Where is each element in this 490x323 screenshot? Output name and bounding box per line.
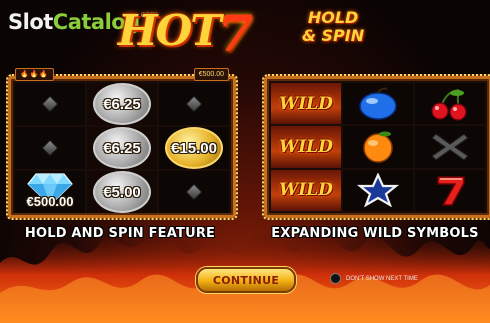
grid-cell-diamond: €500.00 [15, 171, 85, 213]
star-icon [356, 173, 400, 208]
flames-background [0, 227, 490, 323]
wild-symbol: WILD [271, 126, 341, 168]
symbol-grid: WILD WILD WILD [271, 83, 485, 211]
plum-icon [359, 87, 397, 120]
empty-slot-icon [41, 95, 59, 113]
flame-indicator: 🔥🔥🔥 [15, 68, 55, 81]
grid-cell-coin: €5.00 [87, 171, 157, 213]
expanding-wild-caption: EXPANDING WILD SYMBOLS [271, 226, 479, 241]
dont-show-radio[interactable] [330, 273, 341, 284]
title-hot: HOT [118, 6, 222, 55]
empty-slot-icon [185, 95, 203, 113]
silver-coin-icon: €6.25 [93, 127, 151, 169]
seven-icon [437, 176, 465, 207]
coin-value: €6.25 [103, 139, 141, 157]
silver-coin-icon: €6.25 [93, 83, 151, 125]
wild-symbol: WILD [271, 169, 341, 211]
wild-label: WILD [279, 180, 333, 201]
symbol-cell [415, 83, 485, 125]
x-icon [431, 133, 469, 161]
coin-value: €5.00 [103, 183, 141, 201]
grid-cell-empty [159, 83, 229, 125]
symbol-cell [415, 169, 485, 211]
grid-cell-coin: €6.25 [87, 127, 157, 169]
jackpot-amount-tag: €500.00 [193, 68, 229, 81]
watermark-part1: Slot [8, 10, 53, 34]
expanding-wild-panel: WILD WILD WILD [262, 74, 490, 220]
grid-cell-empty [159, 171, 229, 213]
title-hold-line2: & SPIN [302, 26, 365, 45]
grid-cell-empty [15, 83, 85, 125]
grid-cell-coin: €15.00 [159, 127, 229, 169]
coin-value: €15.00 [171, 139, 217, 157]
diamond-prize-value: €500.00 [26, 194, 74, 209]
symbol-cell [343, 83, 413, 125]
hold-spin-caption: HOLD AND SPIN FEATURE [24, 226, 216, 241]
coin-value: €6.25 [103, 95, 141, 113]
continue-button[interactable]: CONTINUE [196, 267, 296, 293]
wild-label: WILD [279, 136, 333, 157]
dont-show-label: DON'T SHOW NEXT TIME [346, 275, 418, 282]
game-stage: SlotCatalogcom HOT 7 HOLD & SPIN 🔥🔥🔥 €50… [0, 0, 490, 323]
wild-symbol: WILD [271, 83, 341, 125]
title-hold-line1: HOLD [307, 8, 359, 27]
game-title-logo: HOT 7 HOLD & SPIN [118, 2, 376, 63]
wild-label: WILD [279, 93, 333, 114]
title-hold-spin: HOLD & SPIN [302, 9, 364, 45]
grid-cell-coin: €6.25 [87, 83, 157, 125]
grid-cell-empty [15, 127, 85, 169]
symbol-cell [343, 126, 413, 168]
title-seven: 7 [218, 4, 253, 63]
symbol-cell [343, 169, 413, 211]
gold-coin-icon: €15.00 [165, 127, 223, 169]
empty-slot-icon [185, 183, 203, 201]
dont-show-next-time-option[interactable]: DON'T SHOW NEXT TIME [330, 273, 418, 284]
silver-coin-icon: €5.00 [93, 171, 151, 213]
hold-spin-grid: €6.25 €6.25 €15.00 €500.00 €5.00 [15, 83, 229, 213]
orange-icon [363, 131, 393, 163]
empty-slot-icon [41, 139, 59, 157]
hold-spin-panel: 🔥🔥🔥 €500.00 €6.25 €6.25 €15.00 €500.00 €… [6, 68, 238, 220]
symbol-cell [415, 126, 485, 168]
cherries-icon [431, 88, 467, 121]
